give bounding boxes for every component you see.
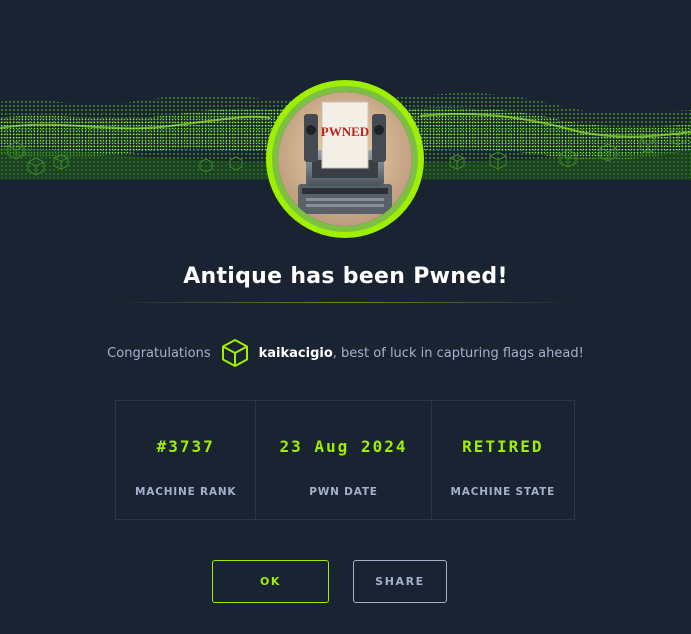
pwned-sign: PWNED <box>321 124 369 139</box>
congrats-suffix: , best of luck in capturing flags ahead! <box>332 345 584 361</box>
ok-button[interactable]: OK <box>212 560 329 603</box>
stat-label: MACHINE STATE <box>450 486 556 498</box>
stat-machine-rank: #3737 MACHINE RANK <box>116 401 255 519</box>
username-link[interactable]: kaikacigio <box>259 346 333 361</box>
htb-cube-icon <box>221 339 248 367</box>
stats-panel: #3737 MACHINE RANK 23 Aug 2024 PWN DATE … <box>115 400 575 520</box>
stat-pwn-date: 23 Aug 2024 PWN DATE <box>255 401 430 519</box>
congrats-prefix: Congratulations <box>107 345 211 361</box>
stat-value: #3737 <box>156 437 215 456</box>
stat-label: MACHINE RANK <box>135 486 237 498</box>
avatar-image: PWNED <box>278 92 412 226</box>
stat-machine-state: RETIRED MACHINE STATE <box>430 401 574 519</box>
machine-avatar: PWNED <box>266 80 424 238</box>
title-divider <box>115 302 575 303</box>
pwned-title: Antique has been Pwned! <box>183 264 508 289</box>
printer-icon: PWNED <box>278 92 412 226</box>
stat-label: PWN DATE <box>309 486 378 498</box>
congrats-line: Congratulations kaikacigio , best of luc… <box>0 338 691 368</box>
stat-value: RETIRED <box>462 437 544 456</box>
stat-value: 23 Aug 2024 <box>279 437 408 456</box>
share-button[interactable]: SHARE <box>353 560 447 603</box>
